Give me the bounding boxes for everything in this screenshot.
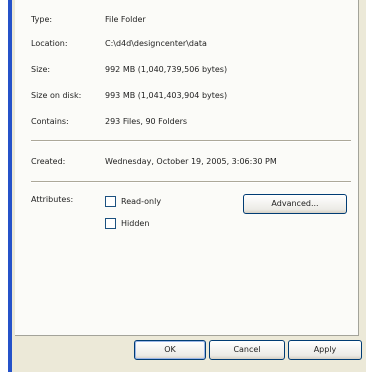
properties-dialog: Type: File Folder Location: C:\d4d\desig… [12,0,366,372]
created-label: Created: [31,157,66,166]
size-on-disk-value: 993 MB (1,041,403,904 bytes) [105,91,228,100]
size-label: Size: [31,65,51,74]
created-value: Wednesday, October 19, 2005, 3:06:30 PM [105,157,277,166]
location-label: Location: [31,39,68,48]
ok-button[interactable]: OK [134,340,206,360]
contains-value: 293 Files, 90 Folders [105,117,188,126]
read-only-label[interactable]: Read-only [121,196,161,208]
cancel-button[interactable]: Cancel [209,340,285,360]
apply-button[interactable]: Apply [288,340,362,360]
separator [31,140,351,142]
size-on-disk-label: Size on disk: [31,91,82,100]
separator [31,181,351,183]
contains-label: Contains: [31,117,69,126]
location-value: C:\d4d\designcenter\data [105,39,207,48]
attributes-label: Attributes: [31,195,74,204]
type-label: Type: [31,15,53,24]
read-only-checkbox[interactable] [105,196,116,207]
hidden-label[interactable]: Hidden [121,218,149,230]
advanced-button[interactable]: Advanced... [243,194,347,214]
general-tab-page: Type: File Folder Location: C:\d4d\desig… [15,0,359,336]
type-value: File Folder [105,15,146,24]
size-value: 992 MB (1,040,739,506 bytes) [105,65,228,74]
hidden-checkbox[interactable] [105,218,116,229]
